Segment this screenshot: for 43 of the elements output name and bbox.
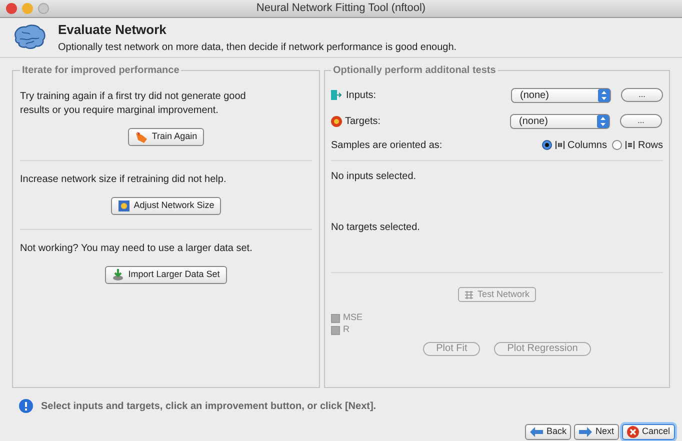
nav-button[interactable]: Next [574, 424, 619, 440]
field-label: Inputs: [346, 88, 378, 102]
panel-title: Iterate for improved performance [20, 63, 182, 78]
window-title: Neural Network Fitting Tool (nftool) [255, 1, 427, 16]
data-dropdown[interactable]: (none) [511, 88, 611, 102]
right-arrow-icon [579, 427, 592, 437]
minimize-window-icon[interactable] [22, 3, 33, 14]
field-label: Targets: [345, 114, 382, 128]
import-icon [112, 269, 124, 281]
nav-button[interactable]: Cancel [622, 424, 675, 440]
close-icon [626, 426, 639, 438]
zoom-window-icon[interactable] [38, 3, 49, 14]
inputs-status: No inputs selected. [331, 170, 418, 184]
target-icon [331, 116, 342, 126]
left-arrow-icon [530, 427, 544, 437]
help-text: Increase network size if retraining did not help. [20, 173, 228, 187]
page-title: Evaluate Network [58, 21, 168, 40]
brain-icon [12, 24, 46, 52]
nav-button[interactable]: Back [525, 424, 572, 440]
dropdown-arrows-icon [597, 114, 609, 128]
browse-button[interactable]: ... [621, 88, 663, 102]
targets-status: No targets selected. [331, 221, 421, 235]
checkbox-label: R [343, 323, 350, 336]
checkbox-label: MSE [343, 311, 363, 324]
action-button[interactable]: Import Larger Data Set [105, 266, 227, 284]
action-button[interactable]: Adjust Network Size [110, 197, 222, 215]
data-dropdown[interactable]: (none) [510, 114, 610, 128]
help-text: Not working? You may need to use a larger data set. [20, 242, 254, 256]
browse-button[interactable]: ... [620, 114, 662, 128]
orientation-radio[interactable]: Columns [542, 138, 607, 152]
close-window-icon[interactable] [6, 3, 17, 14]
orientation-radio[interactable]: Rows [612, 138, 663, 152]
orientation-label: Samples are oriented as: [331, 138, 444, 152]
action-button[interactable]: Train Again [128, 128, 204, 146]
info-icon [19, 399, 33, 413]
columns-icon [554, 140, 565, 150]
rows-icon [624, 140, 635, 150]
help-text: Try training again if a first try did not generate good results or you require marginal improvement. [20, 90, 247, 118]
page-subtitle: Optionally test network on more data, then decide if network performance is good enough. [58, 40, 457, 55]
status-message: Select inputs and targets, click an improvement button, or click [Next]. [41, 400, 376, 414]
dropdown-arrows-icon [598, 88, 610, 102]
input-icon [331, 90, 343, 100]
panel-title: Optionally perform additonal tests [331, 63, 498, 78]
